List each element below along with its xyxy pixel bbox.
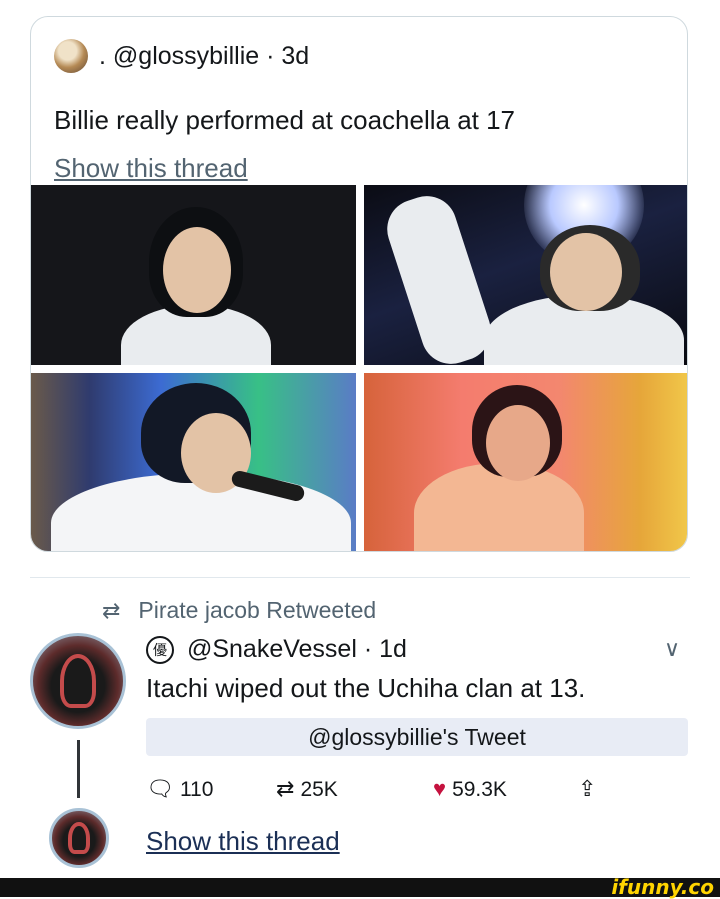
like-count: 59.3K [452, 778, 507, 801]
face-shape [163, 227, 231, 313]
tweet-text: Itachi wiped out the Uchiha clan at 13. [146, 673, 586, 703]
photo-1[interactable] [31, 185, 356, 365]
display-name-glyph[interactable]: 優 [146, 636, 174, 665]
author-avatar[interactable] [30, 633, 126, 729]
retweet-icon: ⇄ [102, 598, 121, 623]
photo-4[interactable] [364, 373, 687, 551]
quoted-handle-line: . @glossybillie · 3d [99, 39, 309, 73]
tweet-divider [30, 577, 690, 578]
share-button[interactable]: ⇪ [578, 774, 602, 805]
face-shape-4 [486, 405, 550, 481]
hoodie-shape-4 [414, 463, 584, 551]
quoted-show-thread-link[interactable]: Show this thread [54, 151, 248, 185]
snake-emblem [60, 654, 96, 708]
reply-button[interactable]: 🗨︎ 110 [146, 774, 213, 805]
watermark-logo: ifunny.co [611, 875, 714, 899]
heart-icon: ♥ [433, 776, 447, 801]
retweet-count: 25K [300, 778, 338, 801]
like-button[interactable]: ♥ 59.3K [433, 774, 507, 805]
retweeted-by-line[interactable]: ⇄ Pirate jacob Retweeted [102, 596, 376, 624]
show-thread-link[interactable]: Show this thread [146, 824, 340, 858]
snake-emblem-small [68, 821, 90, 855]
reply-icon: 🗨︎ [146, 776, 174, 801]
quoted-tweet-header: . @glossybillie · 3d Billie really perfo… [31, 17, 687, 185]
quoted-separator: . [99, 42, 106, 70]
share-icon: ⇪ [578, 776, 597, 801]
thread-connector [77, 740, 80, 798]
retweet-action-icon: ⇄ [276, 776, 295, 801]
quoted-tweet-reference[interactable]: @glossybillie's Tweet [146, 718, 688, 756]
tweet-handle[interactable]: @SnakeVessel [187, 635, 357, 663]
photo-grid [31, 185, 687, 551]
photo-2[interactable] [364, 185, 687, 365]
reply-count: 110 [179, 778, 214, 801]
raised-arm-shape [379, 188, 499, 365]
photo-3[interactable] [31, 373, 356, 551]
quoted-tweet-card[interactable]: . @glossybillie · 3d Billie really perfo… [30, 16, 688, 552]
quoted-avatar[interactable] [54, 39, 88, 73]
chevron-down-icon[interactable]: ∨ [664, 636, 680, 662]
quoted-time: · 3d [266, 42, 310, 70]
quoted-tweet-text: Billie really performed at coachella at … [54, 105, 516, 135]
tweet-author-line: 優 @SnakeVessel · 1d [146, 633, 407, 665]
retweeted-by-label: Pirate jacob Retweeted [138, 597, 377, 623]
retweet-button[interactable]: ⇄ 25K [276, 774, 338, 805]
tweet-time: · 1d [363, 635, 407, 663]
face-shape-2 [550, 233, 622, 311]
thread-avatar[interactable] [49, 808, 109, 868]
quoted-handle[interactable]: @glossybillie [113, 42, 259, 70]
